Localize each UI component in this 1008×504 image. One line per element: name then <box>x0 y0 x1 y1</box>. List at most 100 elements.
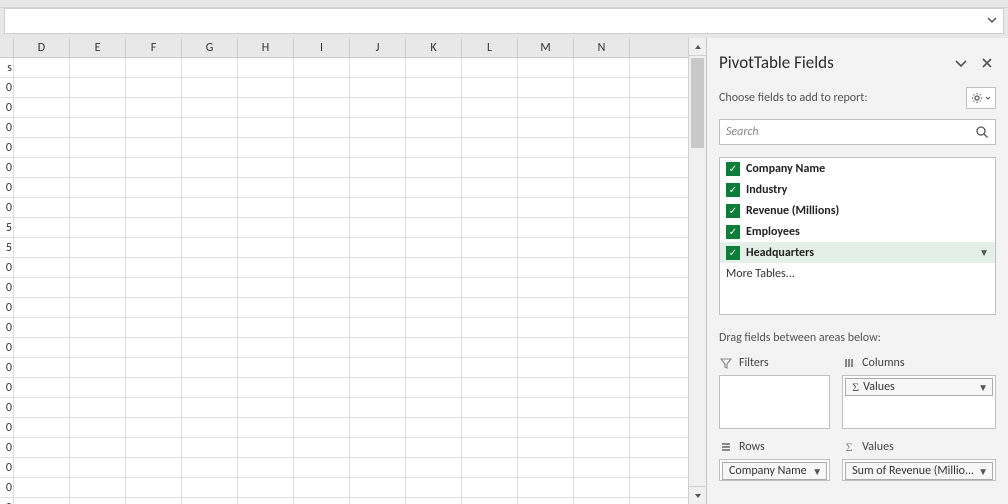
cell[interactable] <box>238 398 294 417</box>
cell[interactable] <box>238 438 294 457</box>
cell[interactable] <box>406 498 462 504</box>
field-item[interactable]: ✓Industry <box>720 179 995 200</box>
grid-row[interactable]: 0 <box>0 418 688 438</box>
cell[interactable]: 5 <box>0 238 14 257</box>
grid-row[interactable]: 0 <box>0 318 688 338</box>
cell[interactable] <box>574 78 630 97</box>
cell[interactable] <box>126 138 182 157</box>
cell[interactable] <box>574 98 630 117</box>
cell[interactable] <box>518 58 574 77</box>
cell[interactable] <box>462 358 518 377</box>
cell[interactable] <box>70 278 126 297</box>
cell[interactable] <box>462 418 518 437</box>
cell[interactable] <box>14 498 70 504</box>
cell[interactable] <box>14 118 70 137</box>
cell[interactable]: 0 <box>0 438 14 457</box>
cell[interactable] <box>126 358 182 377</box>
cell[interactable] <box>182 98 238 117</box>
cell[interactable] <box>182 278 238 297</box>
cell[interactable] <box>518 298 574 317</box>
col-header[interactable]: N <box>574 38 630 57</box>
cell[interactable] <box>70 498 126 504</box>
cell[interactable] <box>294 378 350 397</box>
cell[interactable] <box>182 198 238 217</box>
grid-row[interactable]: 0 <box>0 338 688 358</box>
cell[interactable] <box>294 478 350 497</box>
cell[interactable] <box>182 418 238 437</box>
columns-chip-values[interactable]: Σ Values ▼ <box>845 378 993 396</box>
cell[interactable] <box>14 238 70 257</box>
cell[interactable] <box>238 478 294 497</box>
cell[interactable] <box>350 378 406 397</box>
cell[interactable]: 0 <box>0 158 14 177</box>
more-tables-link[interactable]: More Tables... <box>720 263 995 284</box>
cell[interactable] <box>350 198 406 217</box>
col-header[interactable]: I <box>294 38 350 57</box>
cell[interactable] <box>70 258 126 277</box>
cell[interactable] <box>126 238 182 257</box>
cell[interactable] <box>294 418 350 437</box>
cell[interactable] <box>294 118 350 137</box>
cell[interactable] <box>70 298 126 317</box>
cell[interactable] <box>574 238 630 257</box>
cell[interactable] <box>406 358 462 377</box>
grid-row[interactable]: 0 <box>0 138 688 158</box>
cell[interactable] <box>238 98 294 117</box>
cell[interactable] <box>70 358 126 377</box>
cell[interactable] <box>406 378 462 397</box>
field-item[interactable]: ✓Revenue (Millions) <box>720 200 995 221</box>
cell[interactable] <box>70 98 126 117</box>
cell[interactable] <box>70 478 126 497</box>
grid-corner[interactable] <box>0 38 14 57</box>
cell[interactable] <box>14 298 70 317</box>
cell[interactable] <box>70 158 126 177</box>
cell[interactable] <box>182 158 238 177</box>
cell[interactable] <box>406 258 462 277</box>
cell[interactable] <box>182 338 238 357</box>
cell[interactable] <box>406 118 462 137</box>
cell[interactable] <box>518 138 574 157</box>
grid-row[interactable]: 0 <box>0 198 688 218</box>
cell[interactable]: 0 <box>0 138 14 157</box>
cell[interactable] <box>350 278 406 297</box>
cell[interactable] <box>70 338 126 357</box>
cell[interactable] <box>14 78 70 97</box>
cell[interactable] <box>14 378 70 397</box>
grid-row[interactable]: 5 <box>0 238 688 258</box>
cell[interactable] <box>238 118 294 137</box>
cell[interactable] <box>238 58 294 77</box>
cell[interactable] <box>574 438 630 457</box>
cell[interactable] <box>182 498 238 504</box>
cell[interactable] <box>350 358 406 377</box>
cell[interactable]: 0 <box>0 198 14 217</box>
cell[interactable] <box>182 458 238 477</box>
cell[interactable] <box>350 158 406 177</box>
grid-row[interactable]: 0 <box>0 258 688 278</box>
cell[interactable] <box>126 158 182 177</box>
cell[interactable] <box>574 118 630 137</box>
cell[interactable] <box>238 258 294 277</box>
cell[interactable]: 0 <box>0 398 14 417</box>
cell[interactable]: 0 <box>0 478 14 497</box>
cell[interactable] <box>462 338 518 357</box>
cell[interactable] <box>182 358 238 377</box>
cell[interactable] <box>14 358 70 377</box>
search-box[interactable] <box>719 119 996 145</box>
cell[interactable] <box>462 238 518 257</box>
cell[interactable] <box>126 178 182 197</box>
cell[interactable] <box>462 298 518 317</box>
col-header[interactable]: E <box>70 38 126 57</box>
col-header[interactable]: K <box>406 38 462 57</box>
cell[interactable] <box>406 158 462 177</box>
cell[interactable]: 0 <box>0 318 14 337</box>
cell[interactable] <box>462 198 518 217</box>
cell[interactable] <box>462 158 518 177</box>
cell[interactable] <box>294 278 350 297</box>
cell[interactable] <box>70 118 126 137</box>
cell[interactable] <box>14 198 70 217</box>
cell[interactable] <box>350 398 406 417</box>
cell[interactable] <box>126 378 182 397</box>
cell[interactable] <box>14 178 70 197</box>
search-input[interactable] <box>726 125 971 139</box>
search-icon[interactable] <box>975 125 989 139</box>
